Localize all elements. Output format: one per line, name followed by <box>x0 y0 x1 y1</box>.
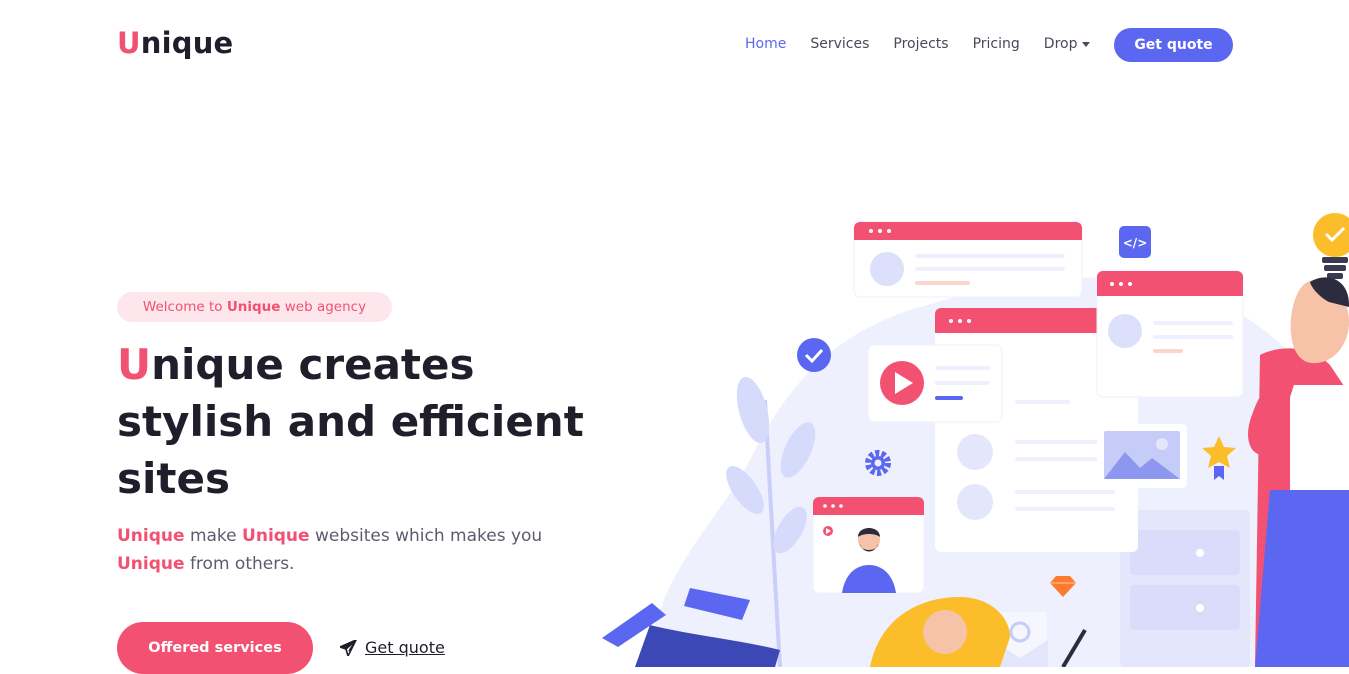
nav-services[interactable]: Services <box>810 36 869 52</box>
paper-plane-icon <box>340 639 357 656</box>
get-quote-link-label: Get quote <box>365 638 445 657</box>
video-card <box>867 344 1003 423</box>
code-icon: </> <box>1119 226 1151 258</box>
nav-pricing[interactable]: Pricing <box>973 36 1020 52</box>
sub-brand-1: Unique <box>117 526 185 546</box>
logo-text: nique <box>140 26 234 60</box>
logo[interactable]: Unique <box>117 26 233 60</box>
lightbulb-icon <box>1313 213 1349 279</box>
svg-text:</>: </> <box>1123 236 1148 250</box>
get-quote-button[interactable]: Get quote <box>1114 28 1233 62</box>
image-icon <box>1097 424 1187 488</box>
hero-title: Unique creates stylish and efficient sit… <box>117 336 587 507</box>
hero-title-initial: U <box>117 340 152 389</box>
nav-projects[interactable]: Projects <box>893 36 948 52</box>
hero-subtitle: Unique make Unique websites which makes … <box>117 522 557 578</box>
check-circle-icon <box>797 338 831 372</box>
hero-title-text: nique creates stylish and efficient site… <box>117 340 584 503</box>
browser-window-right <box>1096 270 1244 398</box>
welcome-badge: Welcome to Unique web agency <box>117 292 392 322</box>
get-quote-link[interactable]: Get quote <box>340 638 445 657</box>
chevron-down-icon <box>1082 41 1091 47</box>
sub-text-3: from others. <box>184 554 295 574</box>
badge-brand: Unique <box>226 299 281 315</box>
main-nav: Home Services Projects Pricing Drop <box>745 36 1114 52</box>
logo-initial: U <box>117 26 141 60</box>
nav-drop-label: Drop <box>1043 36 1078 52</box>
browser-window-top <box>853 221 1083 298</box>
sub-text-2: websites which makes you <box>309 526 543 546</box>
hero-illustration: </> <box>602 213 1349 667</box>
sub-text-1: make <box>184 526 243 546</box>
nav-home[interactable]: Home <box>745 36 786 52</box>
avatar-card <box>812 496 925 594</box>
cabinet <box>1120 510 1250 667</box>
offered-services-button[interactable]: Offered services <box>117 622 313 674</box>
sub-brand-2: Unique <box>242 526 310 546</box>
nav-drop[interactable]: Drop <box>1044 36 1091 52</box>
sub-brand-3: Unique <box>117 554 185 574</box>
badge-text-post: web agency <box>284 299 367 315</box>
badge-text-pre: Welcome to <box>142 299 223 315</box>
